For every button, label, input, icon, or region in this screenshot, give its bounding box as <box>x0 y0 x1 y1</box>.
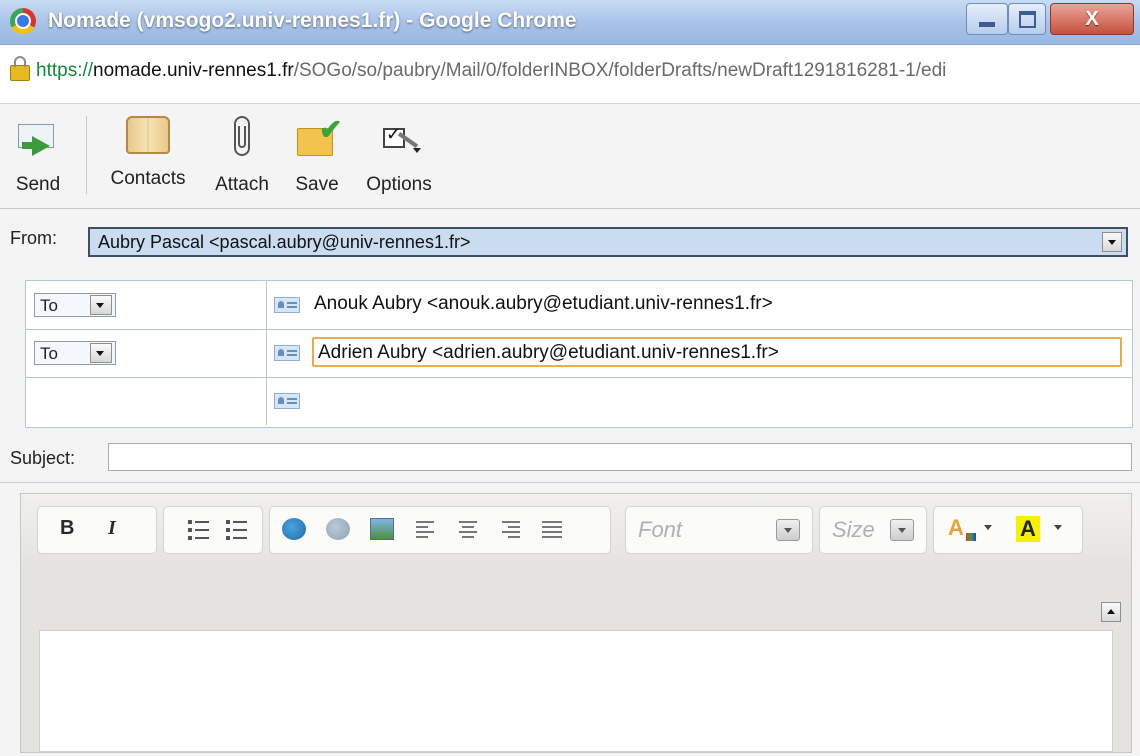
paperclip-icon <box>220 116 264 160</box>
rich-text-editor: B I Font Size A A <box>20 493 1132 753</box>
options-label: Options <box>366 174 432 195</box>
url-path: /SOGo/so/paubry/Mail/0/folderINBOX/folde… <box>293 60 947 81</box>
contacts-label: Contacts <box>110 168 186 189</box>
recipients-table: To Anouk Aubry <anouk.aubry@etudiant.uni… <box>25 280 1133 428</box>
size-select[interactable]: Size <box>819 506 927 554</box>
chevron-down-icon[interactable] <box>1102 232 1122 252</box>
italic-button[interactable]: I <box>108 517 116 540</box>
chrome-logo-icon <box>10 8 36 34</box>
justify-icon[interactable] <box>542 519 562 539</box>
lock-icon <box>10 56 30 81</box>
image-icon[interactable] <box>370 518 394 540</box>
save-label: Save <box>295 174 339 195</box>
chevron-down-icon[interactable] <box>90 295 112 315</box>
from-row: From: Aubry Pascal <pascal.aubry@univ-re… <box>0 209 1140 269</box>
message-body[interactable] <box>39 630 1113 752</box>
save-folder-icon: ✔ <box>295 116 342 160</box>
options-button[interactable]: Options <box>356 110 442 196</box>
chevron-down-icon[interactable] <box>90 343 112 363</box>
attach-button[interactable]: Attach <box>206 110 278 196</box>
recipient-address-input[interactable]: Adrien Aubry <adrien.aubry@etudiant.univ… <box>312 337 1122 367</box>
text-color-icon[interactable]: A <box>948 515 964 541</box>
list-group <box>163 506 263 554</box>
insert-align-group <box>269 506 611 554</box>
title-bar: Nomade (vmsogo2.univ-rennes1.fr) - Googl… <box>0 0 1140 45</box>
minimize-button[interactable] <box>966 3 1008 35</box>
address-book-icon <box>126 116 170 154</box>
attach-label: Attach <box>215 174 269 195</box>
recipient-row: To Anouk Aubry <anouk.aubry@etudiant.uni… <box>26 281 1132 330</box>
chevron-down-icon[interactable] <box>890 519 914 541</box>
close-button[interactable]: X <box>1050 3 1134 35</box>
save-button[interactable]: ✔ Save <box>288 110 346 196</box>
recipient-type-select[interactable]: To <box>34 293 116 317</box>
bulleted-list-icon[interactable] <box>226 518 248 540</box>
window-title: Nomade (vmsogo2.univ-rennes1.fr) - Googl… <box>48 9 577 32</box>
contacts-button[interactable]: Contacts <box>100 110 196 190</box>
send-button[interactable]: Send <box>8 110 68 196</box>
align-right-icon[interactable] <box>500 519 520 539</box>
align-left-icon[interactable] <box>416 519 436 539</box>
scroll-up-button[interactable] <box>1101 602 1121 622</box>
send-label: Send <box>15 174 61 195</box>
align-center-icon[interactable] <box>458 519 478 539</box>
maximize-button[interactable] <box>1008 3 1046 35</box>
toolbar-separator <box>86 116 87 194</box>
contact-card-icon[interactable] <box>274 297 300 313</box>
subject-row: Subject: <box>0 436 1140 476</box>
url-scheme: https:// <box>36 60 94 81</box>
mail-toolbar: Send Contacts Attach ✔ Save Options <box>0 104 1140 209</box>
recipient-address: Adrien Aubry <adrien.aubry@etudiant.univ… <box>318 342 779 363</box>
options-icon <box>377 116 421 160</box>
format-toolbar: B I Font Size A A <box>21 494 1131 568</box>
subject-label: Subject: <box>10 448 76 468</box>
link-icon[interactable] <box>282 518 306 540</box>
text-style-group: B I <box>37 506 157 554</box>
recipient-type-select[interactable]: To <box>34 341 116 365</box>
from-select[interactable]: Aubry Pascal <pascal.aubry@univ-rennes1.… <box>88 227 1128 257</box>
subject-input[interactable] <box>108 443 1132 471</box>
recipient-row <box>26 377 1132 425</box>
unlink-icon[interactable] <box>326 518 350 540</box>
from-label: From: <box>10 228 57 248</box>
font-select[interactable]: Font <box>625 506 813 554</box>
url-host: nomade.univ-rennes1.fr <box>93 60 294 81</box>
minimize-icon <box>979 21 995 27</box>
font-placeholder: Font <box>638 517 683 542</box>
numbered-list-icon[interactable] <box>188 518 210 540</box>
recipient-address[interactable]: Anouk Aubry <anouk.aubry@etudiant.univ-r… <box>314 293 773 315</box>
maximize-icon <box>1018 10 1036 28</box>
chevron-down-icon[interactable] <box>984 525 992 530</box>
bold-button[interactable]: B <box>60 517 74 540</box>
chevron-down-icon[interactable] <box>776 519 800 541</box>
recipient-type-value: To <box>40 296 58 315</box>
recipient-type-value: To <box>40 344 58 363</box>
contact-card-icon[interactable] <box>274 345 300 361</box>
chevron-down-icon[interactable] <box>1054 525 1062 530</box>
contact-card-icon[interactable] <box>274 393 300 409</box>
url-text[interactable]: https://nomade.univ-rennes1.fr/SOGo/so/p… <box>36 60 1136 82</box>
address-bar[interactable]: https://nomade.univ-rennes1.fr/SOGo/so/p… <box>0 45 1140 104</box>
recipient-row: To Adrien Aubry <adrien.aubry@etudiant.u… <box>26 329 1132 378</box>
size-placeholder: Size <box>832 517 875 542</box>
highlight-color-icon[interactable]: A <box>1016 516 1040 542</box>
message-editor: B I Font Size A A <box>0 482 1140 756</box>
close-icon: X <box>1085 7 1099 30</box>
browser-window: Nomade (vmsogo2.univ-rennes1.fr) - Googl… <box>0 0 1140 756</box>
color-group: A A <box>933 506 1083 554</box>
from-value: Aubry Pascal <pascal.aubry@univ-rennes1.… <box>98 232 471 252</box>
send-icon <box>16 116 60 160</box>
